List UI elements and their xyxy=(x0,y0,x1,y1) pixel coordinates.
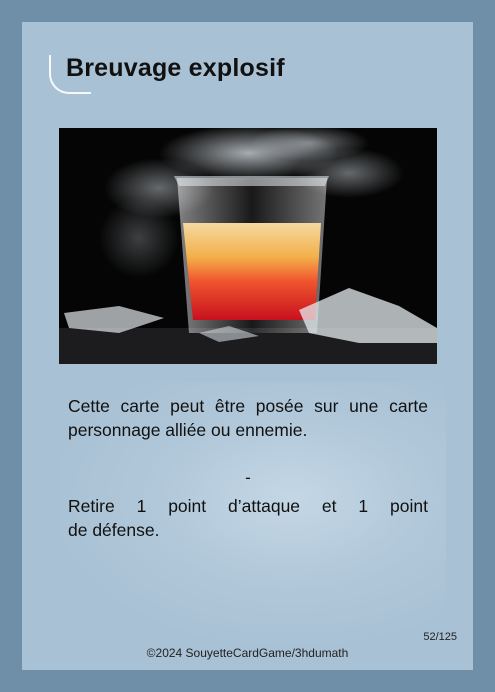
game-card: Breuvage explosif Cette carte peut être … xyxy=(22,22,473,670)
card-effect: Retire 1 point d’attaque et 1 point de d… xyxy=(68,494,428,542)
copyright-notice: ©2024 SouyetteCardGame/3hdumath xyxy=(146,646,349,660)
card-title: Breuvage explosif xyxy=(66,54,285,82)
card-description: Cette carte peut être posée sur une cart… xyxy=(68,396,428,440)
card-effect-line-1: Retire 1 point d’attaque et 1 point xyxy=(68,496,428,516)
exploding-drink-image xyxy=(59,128,437,364)
text-separator: - xyxy=(245,468,251,487)
card-number: 52/125 xyxy=(423,631,457,643)
card-effect-line-2: de défense. xyxy=(68,520,160,540)
card-illustration xyxy=(59,128,437,364)
